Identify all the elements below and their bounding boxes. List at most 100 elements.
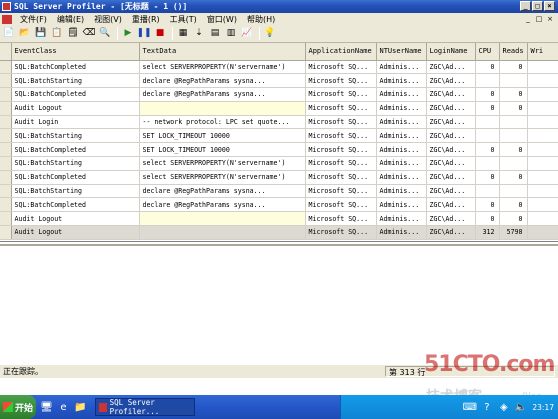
- internet-explorer-icon[interactable]: e: [57, 401, 70, 414]
- cell-applicationname: Microsoft SQ...: [305, 87, 377, 102]
- cell-writes: [527, 101, 558, 116]
- minimize-button[interactable]: _: [520, 1, 531, 11]
- window-controls: _ □ ×: [520, 1, 555, 11]
- mdi-controls: _ □ ×: [523, 14, 555, 23]
- table-row[interactable]: Audit Login -- network protocol: LPC set …: [0, 115, 558, 130]
- event-detail-pane[interactable]: [0, 244, 558, 362]
- row-header[interactable]: [0, 197, 12, 213]
- template-icon[interactable]: 📋: [50, 27, 64, 40]
- mdi-minimize-button[interactable]: _: [523, 14, 533, 23]
- menu-help[interactable]: 帮助(H): [242, 14, 280, 25]
- perf-icon[interactable]: 📈: [240, 27, 254, 40]
- col-header-reads[interactable]: Reads: [499, 43, 528, 61]
- cell-reads: 0: [499, 87, 528, 102]
- table-row[interactable]: SQL:BatchStarting declare @RegPathParams…: [0, 184, 558, 199]
- cell-eventclass: SQL:BatchCompleted: [11, 197, 140, 213]
- help-tray-icon[interactable]: ?: [481, 402, 492, 413]
- maximize-button[interactable]: □: [532, 1, 543, 11]
- cell-loginname: ZGC\Ad...: [426, 184, 476, 199]
- cell-cpu: [475, 184, 500, 199]
- help-icon[interactable]: 💡: [263, 27, 277, 40]
- table-row[interactable]: SQL:BatchCompleted select SERVERPROPERTY(…: [0, 60, 558, 75]
- row-header[interactable]: [0, 115, 12, 130]
- network-icon[interactable]: ⌨: [463, 402, 477, 413]
- row-header[interactable]: [0, 101, 12, 116]
- table-row[interactable]: Audit Logout Microsoft SQ... Adminis... ZGC…: [0, 211, 558, 227]
- cell-writes: [527, 87, 558, 102]
- cell-eventclass: SQL:BatchStarting: [11, 73, 140, 89]
- cell-reads: [499, 184, 528, 199]
- menu-replay[interactable]: 重播(R): [127, 14, 165, 25]
- col-header-ntusername[interactable]: NTUserName: [376, 43, 427, 61]
- row-header[interactable]: [0, 156, 12, 171]
- menu-file[interactable]: 文件(F): [15, 14, 52, 25]
- volume-icon[interactable]: 🔈: [515, 402, 527, 413]
- menu-window[interactable]: 窗口(W): [202, 14, 242, 25]
- table-row[interactable]: SQL:BatchStarting SET LOCK_TIMEOUT 10000 M…: [0, 128, 558, 144]
- table-row[interactable]: SQL:BatchCompleted SET LOCK_TIMEOUT 10000…: [0, 142, 558, 158]
- shield-icon[interactable]: ◈: [498, 402, 509, 413]
- menu-tools[interactable]: 工具(T): [165, 14, 202, 25]
- filter-icon[interactable]: ▥: [224, 27, 238, 40]
- row-header[interactable]: [0, 128, 12, 144]
- cell-applicationname: Microsoft SQ...: [305, 73, 377, 89]
- cell-writes: [527, 170, 558, 185]
- cell-loginname: ZGC\Ad...: [426, 211, 476, 227]
- col-header-textdata[interactable]: TextData: [139, 43, 306, 61]
- menu-edit[interactable]: 编辑(E): [52, 14, 89, 25]
- taskbar-item-profiler[interactable]: SQL Server Profiler...: [95, 398, 195, 416]
- row-header[interactable]: [0, 87, 12, 102]
- col-header-eventclass[interactable]: EventClass: [11, 43, 140, 61]
- cell-loginname: ZGC\Ad...: [426, 101, 476, 116]
- col-header-cpu[interactable]: CPU: [475, 43, 500, 61]
- mdi-restore-button[interactable]: □: [534, 14, 544, 23]
- run-icon[interactable]: ▶: [121, 27, 135, 40]
- col-header-loginname[interactable]: LoginName: [426, 43, 476, 61]
- events-icon[interactable]: ▦: [176, 27, 190, 40]
- row-header[interactable]: [0, 60, 12, 75]
- open-icon[interactable]: 📂: [18, 27, 32, 40]
- mdi-close-button[interactable]: ×: [545, 14, 555, 23]
- row-header[interactable]: [0, 142, 12, 158]
- find-icon[interactable]: 🔍: [98, 27, 112, 40]
- col-header-writes[interactable]: Wri: [527, 43, 558, 61]
- col-header-applicationname[interactable]: ApplicationName: [305, 43, 377, 61]
- document-icon[interactable]: [2, 14, 12, 24]
- stop-icon[interactable]: ■: [153, 27, 167, 40]
- table-row[interactable]: Audit Logout Microsoft SQ... Adminis... ZGC…: [0, 225, 558, 240]
- taskbar-item-label: SQL Server Profiler...: [109, 398, 160, 416]
- clear-icon[interactable]: ▤: [208, 27, 222, 40]
- cell-loginname: ZGC\Ad...: [426, 170, 476, 185]
- row-header[interactable]: [0, 211, 12, 227]
- table-row[interactable]: SQL:BatchStarting declare @RegPathParams…: [0, 73, 558, 89]
- cell-loginname: ZGC\Ad...: [426, 225, 476, 240]
- table-row[interactable]: Audit Logout Microsoft SQ... Adminis... ZGC…: [0, 101, 558, 116]
- new-trace-icon[interactable]: 📄: [2, 27, 16, 40]
- save-icon[interactable]: 💾: [34, 27, 48, 40]
- row-header[interactable]: [0, 73, 12, 89]
- table-row[interactable]: SQL:BatchCompleted select SERVERPROPERTY(…: [0, 170, 558, 185]
- cell-cpu: 0: [475, 60, 500, 75]
- cell-textdata: declare @RegPathParams sysna...: [139, 184, 306, 199]
- table-row[interactable]: SQL:BatchCompleted declare @RegPathParam…: [0, 87, 558, 102]
- show-desktop-icon[interactable]: 🖥: [40, 401, 53, 414]
- cell-loginname: ZGC\Ad...: [426, 142, 476, 158]
- row-header[interactable]: [0, 184, 12, 199]
- table-row[interactable]: SQL:BatchStarting select SERVERPROPERTY(N…: [0, 156, 558, 171]
- autoscroll-icon[interactable]: ⇣: [192, 27, 206, 40]
- properties-icon[interactable]: 🗒: [66, 27, 80, 40]
- cell-applicationname: Microsoft SQ...: [305, 211, 377, 227]
- cell-textdata: [139, 211, 306, 227]
- pause-icon[interactable]: ❚❚: [136, 27, 151, 40]
- erase-icon[interactable]: ⌫: [82, 27, 96, 40]
- start-button[interactable]: 开始: [0, 395, 36, 419]
- row-header[interactable]: [0, 170, 12, 185]
- clock[interactable]: 23:17: [532, 403, 554, 412]
- close-button[interactable]: ×: [544, 1, 555, 11]
- row-header[interactable]: [0, 225, 12, 240]
- table-row[interactable]: SQL:BatchCompleted declare @RegPathParam…: [0, 197, 558, 213]
- window-titlebar[interactable]: SQL Server Profiler - [无标题 - 1 ()] _ □ ×: [0, 0, 558, 13]
- folder-icon[interactable]: 📁: [74, 401, 87, 414]
- trace-grid[interactable]: EventClass TextData ApplicationName NTUs…: [0, 43, 558, 242]
- menu-view[interactable]: 视图(V): [89, 14, 127, 25]
